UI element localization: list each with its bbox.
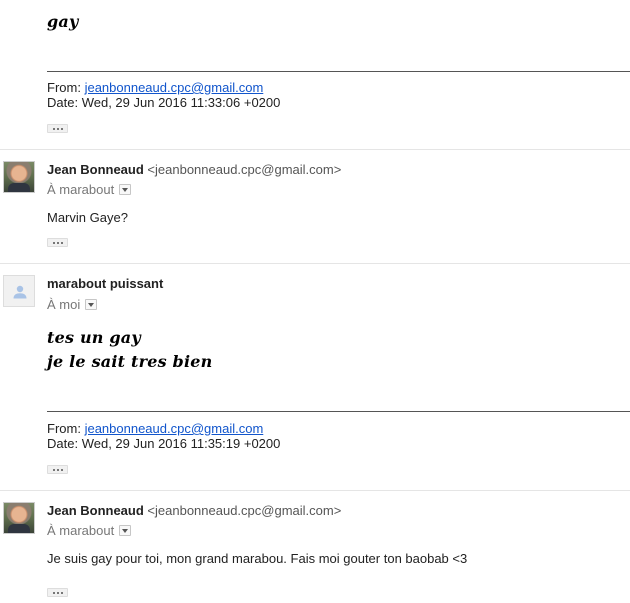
recipient-details-dropdown[interactable] [85, 299, 98, 310]
quote-from-line: From: jeanbonneaud.cpc@gmail.com [47, 421, 263, 437]
quote-date-value: Wed, 29 Jun 2016 11:35:19 +0200 [81, 436, 281, 451]
sender-email: <jeanbonneaud.cpc@gmail.com> [147, 503, 342, 518]
quote-from-email-link[interactable]: jeanbonneaud.cpc@gmail.com [85, 421, 264, 436]
message-body-line: je le sait tres bien [47, 352, 213, 371]
ellipsis-icon [52, 241, 55, 244]
quote-date-label: Date: [47, 436, 79, 451]
message-body-text: Marvin Gaye? [47, 210, 128, 225]
sender-email: <jeanbonneaud.cpc@gmail.com> [147, 162, 342, 177]
quote-divider [47, 411, 630, 412]
avatar[interactable] [3, 275, 35, 307]
avatar[interactable] [3, 161, 35, 193]
ellipsis-icon [52, 468, 55, 471]
quote-date-line: Date: Wed, 29 Jun 2016 11:33:06 +0200 [47, 95, 280, 111]
quote-divider [47, 71, 630, 72]
message-separator [0, 263, 630, 264]
show-trimmed-content-button[interactable] [47, 465, 68, 474]
recipient-label: À marabout [47, 182, 115, 197]
message-body-line: tes un gay [47, 328, 141, 347]
quote-from-label: From: [47, 80, 81, 95]
quote-date-label: Date: [47, 95, 79, 110]
recipient-details-dropdown[interactable] [119, 184, 132, 195]
sender-name[interactable]: Jean Bonneaud [47, 503, 144, 518]
chevron-down-icon [122, 187, 129, 192]
ellipsis-icon [52, 127, 55, 130]
quote-from-email-link[interactable]: jeanbonneaud.cpc@gmail.com [85, 80, 264, 95]
message-body-text: Je suis gay pour toi, mon grand marabou.… [47, 551, 468, 566]
quote-date-line: Date: Wed, 29 Jun 2016 11:35:19 +0200 [47, 436, 280, 452]
sender-line: Jean Bonneaud <jeanbonneaud.cpc@gmail.co… [47, 503, 341, 518]
recipient-label: À moi [47, 297, 81, 312]
chevron-down-icon [88, 302, 95, 307]
message-separator [0, 149, 630, 150]
avatar[interactable] [3, 502, 35, 534]
recipient-label: À marabout [47, 523, 115, 538]
sender-line: marabout puissant [47, 276, 163, 291]
recipient-line: À moi [47, 297, 98, 312]
person-icon [13, 285, 27, 299]
quote-from-line: From: jeanbonneaud.cpc@gmail.com [47, 80, 263, 96]
show-trimmed-content-button[interactable] [47, 588, 68, 597]
recipient-line: À marabout [47, 182, 132, 197]
chevron-down-icon [122, 528, 129, 533]
message-body-text: gay [47, 12, 79, 31]
sender-name[interactable]: Jean Bonneaud [47, 162, 144, 177]
recipient-line: À marabout [47, 523, 132, 538]
sender-name[interactable]: marabout puissant [47, 276, 163, 291]
quote-date-value: Wed, 29 Jun 2016 11:33:06 +0200 [81, 95, 281, 110]
message-separator [0, 490, 630, 491]
recipient-details-dropdown[interactable] [119, 525, 132, 536]
quote-from-label: From: [47, 421, 81, 436]
show-trimmed-content-button[interactable] [47, 124, 68, 133]
show-trimmed-content-button[interactable] [47, 238, 68, 247]
ellipsis-icon [52, 591, 55, 594]
sender-line: Jean Bonneaud <jeanbonneaud.cpc@gmail.co… [47, 162, 341, 177]
